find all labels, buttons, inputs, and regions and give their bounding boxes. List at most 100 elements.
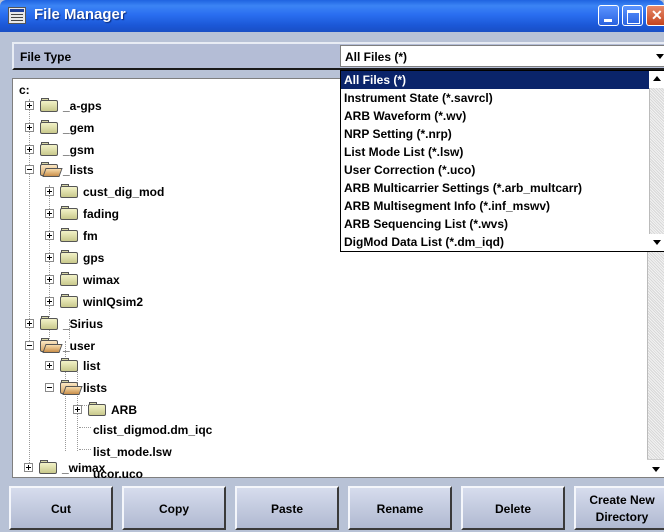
expand-icon[interactable] <box>45 209 54 218</box>
dropdown-option[interactable]: ARB Multicarrier Settings (*.arb_multcar… <box>341 179 649 197</box>
folder-icon <box>60 184 80 199</box>
folder-icon <box>60 206 80 221</box>
delete-button[interactable]: Delete <box>461 486 565 530</box>
file-type-select[interactable]: All Files (*) <box>340 45 664 67</box>
dropdown-option[interactable]: List Mode List (*.lsw) <box>341 143 649 161</box>
paste-button[interactable]: Paste <box>235 486 339 530</box>
tree-folder-item[interactable]: _gem <box>25 119 225 138</box>
tree-item-label: clist_digmod.dm_iqc <box>93 423 213 437</box>
tree-item-label: _a-gps <box>63 99 102 113</box>
scroll-up-icon[interactable] <box>649 71 664 88</box>
expand-icon[interactable] <box>45 231 54 240</box>
folder-icon <box>88 402 108 417</box>
tree-folder-item[interactable]: winIQsim2 <box>45 293 265 312</box>
close-button[interactable] <box>646 5 664 26</box>
expand-icon[interactable] <box>45 275 54 284</box>
copy-button[interactable]: Copy <box>122 486 226 530</box>
tree-folder-item[interactable]: _user <box>25 337 225 356</box>
action-button-bar: Cut Copy Paste Rename Delete Create New … <box>0 482 664 532</box>
dropdown-option[interactable]: NRP Setting (*.nrp) <box>341 125 649 143</box>
chevron-down-icon[interactable] <box>652 46 664 66</box>
tree-item-label: wimax <box>83 273 120 287</box>
tree-item-label: list_mode.lsw <box>93 445 172 459</box>
folder-icon <box>60 358 80 373</box>
folder-icon <box>60 228 80 243</box>
folder-icon <box>39 460 59 475</box>
tree-item-label: _gem <box>63 121 95 135</box>
dropdown-option[interactable]: User Correction (*.uco) <box>341 161 649 179</box>
tree-item-label: _Sirius <box>63 317 104 331</box>
window-title: File Manager <box>34 6 126 23</box>
folder-icon <box>40 120 60 135</box>
cut-button[interactable]: Cut <box>9 486 113 530</box>
expand-icon[interactable] <box>73 405 82 414</box>
app-icon <box>8 7 26 24</box>
file-manager-window: File Manager File Type All Files (*) c: … <box>0 0 664 532</box>
open-folder-icon <box>40 338 63 353</box>
file-type-dropdown[interactable]: All Files (*) Instrument State (*.savrcl… <box>340 70 664 252</box>
dropdown-option[interactable]: DigMod Data List (*.dm_iqd) <box>341 233 649 251</box>
tree-folder-item[interactable]: list <box>45 357 245 376</box>
tree-folder-item[interactable]: wimax <box>45 271 265 290</box>
dropdown-option[interactable]: ARB Waveform (*.wv) <box>341 107 649 125</box>
tree-folder-item[interactable]: fading <box>45 205 265 224</box>
folder-icon <box>60 294 80 309</box>
expand-icon[interactable] <box>25 101 34 110</box>
tree-folder-item[interactable]: cust_dig_mod <box>45 183 265 202</box>
tree-item-label: lists <box>83 381 108 395</box>
expand-icon[interactable] <box>45 297 54 306</box>
tree-item-label: _wimax <box>62 461 106 475</box>
tree-folder-item[interactable]: ARB <box>73 401 273 420</box>
folder-icon <box>40 98 60 113</box>
dropdown-option[interactable]: All Files (*) <box>341 71 649 89</box>
tree-folder-item[interactable]: _a-gps <box>25 97 225 116</box>
expand-icon[interactable] <box>25 319 34 328</box>
tree-item-label: _lists <box>63 163 94 177</box>
dropdown-option[interactable]: ARB Sequencing List (*.wvs) <box>341 215 649 233</box>
tree-folder-item[interactable]: _gsm <box>25 141 225 160</box>
tree-item-label: fm <box>83 229 98 243</box>
file-type-row: File Type All Files (*) <box>12 42 664 70</box>
tree-item-label: cust_dig_mod <box>83 185 165 199</box>
scroll-down-icon[interactable] <box>647 459 664 477</box>
title-bar[interactable]: File Manager <box>0 0 664 32</box>
folder-icon <box>40 316 60 331</box>
maximize-button[interactable] <box>622 5 643 26</box>
tree-folder-item[interactable]: _lists <box>25 161 225 180</box>
dropdown-option[interactable]: ARB Multisegment Info (*.inf_mswv) <box>341 197 649 215</box>
collapse-icon[interactable] <box>25 341 34 350</box>
dropdown-option[interactable]: Instrument State (*.savrcl) <box>341 89 649 107</box>
tree-item-label: _user <box>63 339 96 353</box>
tree-item-label: winIQsim2 <box>83 295 144 309</box>
file-type-value: All Files (*) <box>345 50 408 64</box>
tree-folder-item[interactable]: lists <box>45 379 245 398</box>
expand-icon[interactable] <box>45 253 54 262</box>
expand-icon[interactable] <box>45 361 54 370</box>
open-folder-icon <box>40 162 63 177</box>
tree-folder-item[interactable]: _wimax <box>24 459 224 478</box>
expand-icon[interactable] <box>25 123 34 132</box>
tree-item-label: fading <box>83 207 119 221</box>
folder-icon <box>60 272 80 287</box>
tree-item-label: gps <box>83 251 105 265</box>
tree-folder-item[interactable]: fm <box>45 227 265 246</box>
folder-icon <box>40 142 60 157</box>
tree-folder-item[interactable]: gps <box>45 249 265 268</box>
tree-item-label: _gsm <box>63 143 95 157</box>
tree-folder-item[interactable]: _Sirius <box>25 315 225 334</box>
scroll-down-icon[interactable] <box>649 234 664 251</box>
rename-button[interactable]: Rename <box>348 486 452 530</box>
file-type-label: File Type <box>20 50 72 64</box>
create-new-directory-button[interactable]: Create New Directory <box>574 486 664 530</box>
collapse-icon[interactable] <box>25 165 34 174</box>
expand-icon[interactable] <box>24 463 33 472</box>
collapse-icon[interactable] <box>45 383 54 392</box>
tree-item-label: list <box>83 359 101 373</box>
open-folder-icon <box>60 380 83 395</box>
folder-icon <box>60 250 80 265</box>
minimize-button[interactable] <box>598 5 619 26</box>
expand-icon[interactable] <box>25 145 34 154</box>
dropdown-scrollbar[interactable] <box>649 71 664 251</box>
tree-file-item[interactable]: clist_digmod.dm_iqc <box>93 421 293 440</box>
expand-icon[interactable] <box>45 187 54 196</box>
